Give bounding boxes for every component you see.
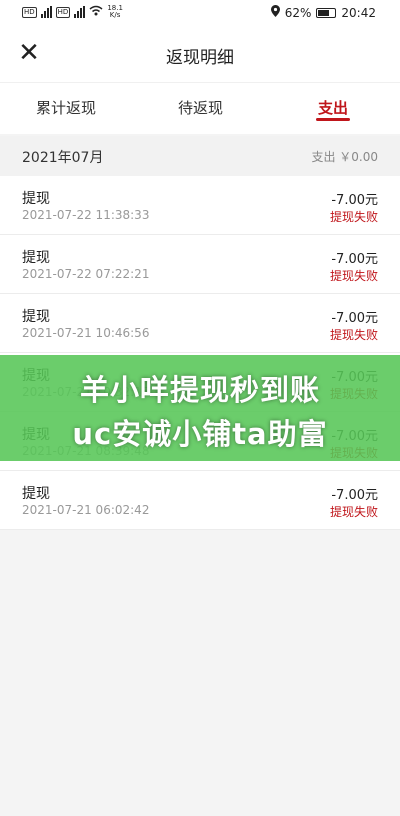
record-time: 2021-07-21 10:32:15 [22,385,150,399]
page-title: 返现明细 [166,48,234,68]
battery-icon [316,7,337,18]
month-label: 2021年07月 [22,150,104,166]
hd-icon: HD [22,6,37,18]
network-speed: 18.1 K/s [107,5,123,19]
tab-pending-cashback[interactable]: 待返现 [178,97,223,118]
record-title: 提现 [22,250,50,266]
record-title: 提现 [22,427,50,443]
record-title: 提现 [22,486,50,502]
record-amount: -7.00元 [331,311,378,326]
status-right: 62% 20:42 [270,5,376,20]
network-speed-unit: K/s [109,11,121,19]
record-title: 提现 [22,191,50,207]
status-left: HD HD 18.1 K/s [22,5,123,19]
list-item[interactable]: 提现 2021-07-22 07:22:21 -7.00元 提现失败 [0,235,400,294]
status-bar: HD HD 18.1 K/s 62% 20:42 [0,0,400,26]
location-icon [270,5,280,20]
list-item[interactable]: 提现 2021-07-21 10:46:56 -7.00元 提现失败 [0,294,400,353]
signal-icon [40,6,52,18]
records-list: 提现 2021-07-22 11:38:33 -7.00元 提现失败 提现 20… [0,176,400,530]
record-status: 提现失败 [329,387,378,401]
month-group-header: 2021年07月 支出 ￥0.00 [0,136,400,176]
active-tab-indicator [316,118,350,121]
tab-bar: 累计返现 待返现 支出 [0,82,400,134]
month-total: 支出 ￥0.00 [311,150,378,164]
record-time: 2021-07-21 06:02:42 [22,503,150,517]
list-item[interactable]: 提现 2021-07-22 11:38:33 -7.00元 提现失败 [0,176,400,235]
signal-icon [74,6,86,18]
battery-percent: 62% [284,5,312,20]
record-time: 2021-07-22 11:38:33 [22,208,150,222]
record-amount: -7.00元 [331,370,378,385]
clock: 20:42 [341,5,376,20]
record-status: 提现失败 [329,505,378,519]
record-amount: -7.00元 [331,488,378,503]
list-item[interactable]: 提现 2021-07-21 08:39:48 -7.00元 提现失败 [0,412,400,471]
record-status: 提现失败 [329,269,378,283]
list-item[interactable]: 提现 2021-07-21 10:32:15 -7.00元 提现失败 [0,353,400,412]
record-time: 2021-07-21 10:46:56 [22,326,150,340]
app-header: ✕ 返现明细 [0,26,400,82]
record-amount: -7.00元 [331,429,378,444]
record-amount: -7.00元 [331,193,378,208]
record-status: 提现失败 [329,328,378,342]
record-status: 提现失败 [329,210,378,224]
tab-cumulative-cashback[interactable]: 累计返现 [36,97,96,118]
wifi-icon [89,5,103,19]
tab-expenditure[interactable]: 支出 [318,97,348,118]
hd-icon: HD [55,6,71,18]
record-title: 提现 [22,309,50,325]
list-item[interactable]: 提现 2021-07-21 06:02:42 -7.00元 提现失败 [0,471,400,530]
record-amount: -7.00元 [331,252,378,267]
record-time: 2021-07-21 08:39:48 [22,444,150,458]
record-status: 提现失败 [329,446,378,460]
record-time: 2021-07-22 07:22:21 [22,267,150,281]
record-title: 提现 [22,368,50,384]
